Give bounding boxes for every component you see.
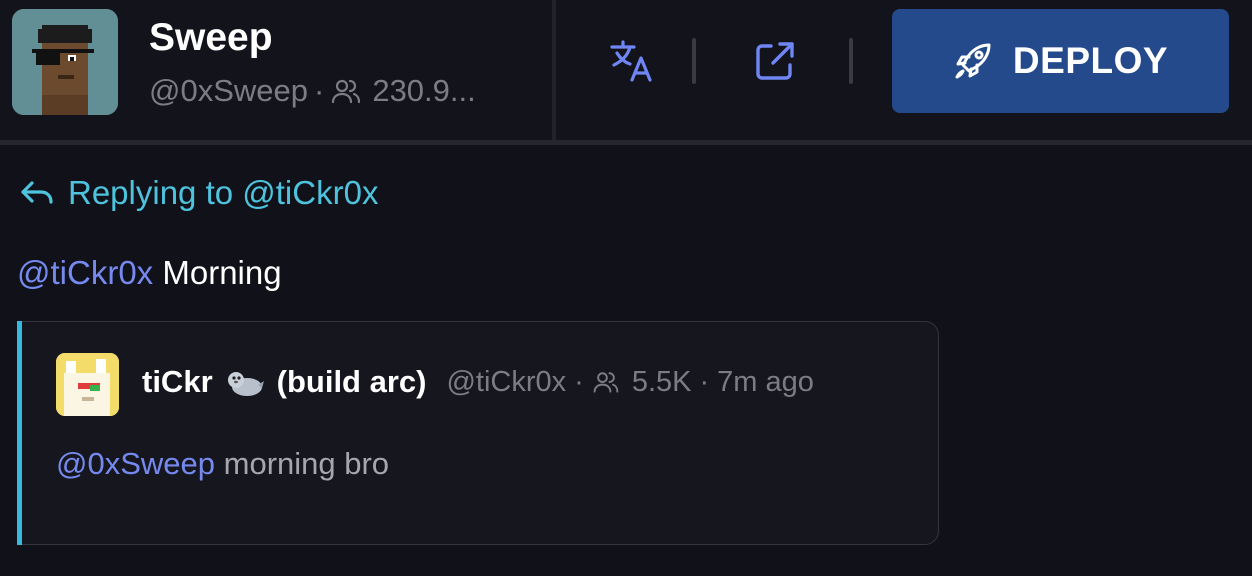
quoted-avatar-image [56,353,119,416]
quoted-timestamp: 7m ago [717,365,814,398]
translate-icon [610,40,652,82]
replying-to-label: Replying to @tiCkr0x [68,174,379,211]
message-mention[interactable]: @tiCkr0x [17,254,153,291]
deploy-button[interactable]: DEPLOY [892,9,1229,113]
quoted-body: morning bro [223,446,390,481]
rocket-icon [955,43,991,79]
profile-name: Sweep [149,16,273,59]
quoted-mention[interactable]: @0xSweep [56,446,215,481]
quoted-handle[interactable]: @tiCkr0x [446,366,566,399]
quoted-meta: @tiCkr0x · 5.5K · 7m ago [446,366,813,399]
replying-to-row[interactable]: Replying to @tiCkr0x [20,174,378,212]
quoted-post[interactable] [17,321,939,545]
users-icon [330,75,362,107]
quoted-header: tiCkr (build arc) @tiCkr0x · 5.5K · 7m a… [142,364,814,400]
avatar[interactable] [12,9,118,115]
quoted-name-tag: (build arc) [276,364,427,399]
message-body: Morning [162,254,282,291]
profile-meta: @0xSweep · 230.9... [149,73,476,109]
follower-count: 230.9... [372,73,476,108]
message-text: @tiCkr0x Morning [17,254,282,292]
external-link-icon [756,42,794,80]
toolbar-separator [849,38,853,84]
seal-emoji-icon [225,365,265,399]
meta-separator: · [699,365,710,398]
meta-separator: · [314,73,325,108]
meta-separator: · [574,365,584,398]
header-vertical-divider [552,0,556,140]
quote-accent-bar [17,321,22,545]
quoted-text: @0xSweep morning bro [56,446,389,482]
quoted-follower-count: 5.5K [631,365,692,398]
deploy-label: DEPLOY [1012,40,1169,81]
open-external-button[interactable] [752,38,798,84]
profile-handle[interactable]: @0xSweep [149,73,308,109]
avatar-image [12,9,118,115]
quoted-name[interactable]: tiCkr [142,364,213,400]
reply-arrow-icon [21,181,53,204]
users-icon [592,368,620,396]
quoted-avatar[interactable] [56,353,119,416]
header-divider [0,140,1252,145]
toolbar-separator [692,38,696,84]
translate-button[interactable] [608,38,654,84]
